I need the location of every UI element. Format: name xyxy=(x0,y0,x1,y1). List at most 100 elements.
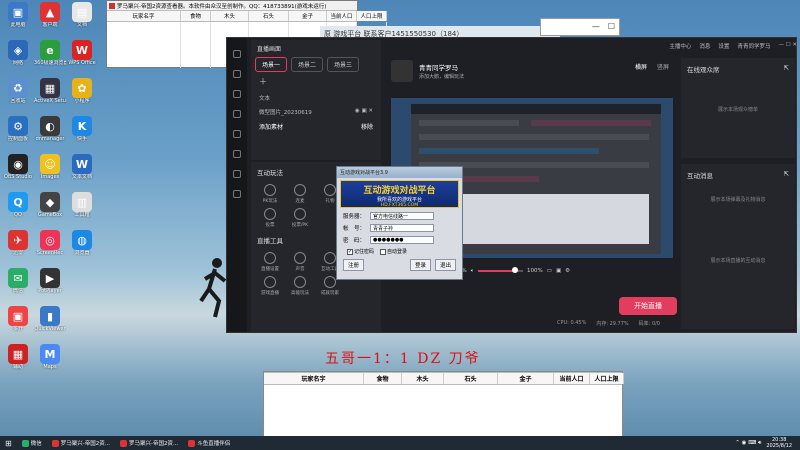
desktop-icon[interactable]: ▦ ActiveX Setup xyxy=(34,78,66,116)
desktop-icon[interactable]: ✉ 微信 xyxy=(2,268,34,306)
start-icon[interactable]: ⊞ xyxy=(0,436,17,450)
account-name[interactable]: 青青同学罗马 xyxy=(737,42,770,50)
column-header[interactable]: 玩家名字 xyxy=(264,373,364,384)
account-field[interactable] xyxy=(370,224,434,232)
scene-tab[interactable]: 场景二 xyxy=(291,57,324,72)
tool-button[interactable]: 高能玩法 xyxy=(287,276,313,296)
login-button[interactable]: 登录 xyxy=(409,259,431,271)
source-item[interactable]: 微型图片_20230619 ◉ ▣ ✕ xyxy=(251,105,381,119)
tool-button[interactable]: PK玩法 xyxy=(257,184,283,204)
column-header[interactable]: 食物 xyxy=(364,373,402,384)
column-header[interactable]: 木头 xyxy=(211,11,249,21)
column-header[interactable]: 人口上限 xyxy=(590,373,624,384)
desktop-icon[interactable]: ▣ 此电脑 xyxy=(2,2,34,40)
desktop-icon[interactable]: ☺ Images xyxy=(34,154,66,192)
column-header[interactable]: 当前人口 xyxy=(327,11,357,21)
messages-link[interactable]: 消息 xyxy=(699,42,710,50)
login-dialog-title[interactable]: 互动游戏对战平台3.9 xyxy=(337,167,462,178)
taskbar-item[interactable]: 罗马聚兴-帝国2资... xyxy=(115,436,183,450)
window-controls[interactable]: — ☐ ✕ xyxy=(778,42,797,50)
minimize-icon[interactable]: — xyxy=(592,22,600,32)
remove-source-label[interactable]: 移除 xyxy=(361,122,373,131)
desktop-icon[interactable]: ▶ PotPlayer xyxy=(34,268,66,306)
register-button[interactable]: 注册 xyxy=(343,259,365,271)
desktop-icon[interactable]: ◉ OBS Studio xyxy=(2,154,34,192)
remember-password-checkbox[interactable]: ✓ 记住密码 xyxy=(347,248,374,255)
maximize-icon[interactable]: ☐ xyxy=(608,22,615,32)
scene-tab[interactable]: 场景一 xyxy=(255,57,288,72)
tool-button[interactable]: 声音 xyxy=(287,252,313,272)
start-live-button[interactable]: 开始直播 xyxy=(619,297,677,315)
column-header[interactable]: 石头 xyxy=(444,373,498,384)
tool-button[interactable]: 连麦 xyxy=(287,184,313,204)
avatar[interactable] xyxy=(391,60,413,82)
desktop-icon[interactable]: ◐ dnmanager xyxy=(34,116,66,154)
desktop-icon[interactable]: W WPS Office xyxy=(66,40,98,78)
auto-login-checkbox[interactable]: 自动登录 xyxy=(380,248,407,255)
desktop-icon[interactable]: W 文本文档 xyxy=(66,154,98,192)
desktop-icon[interactable]: ⚙ 控制面板 xyxy=(2,116,34,154)
tool-button[interactable]: 投票 xyxy=(257,208,283,228)
anchor-center-link[interactable]: 主播中心 xyxy=(669,42,691,50)
desktop-icon[interactable]: ♻ 回收站 xyxy=(2,78,34,116)
gift-icon[interactable] xyxy=(233,90,241,98)
column-header[interactable]: 木头 xyxy=(402,373,444,384)
help-icon[interactable] xyxy=(233,190,241,198)
column-header[interactable]: 人口上限 xyxy=(357,11,387,21)
desktop-icon[interactable]: ◍ 浏览器 xyxy=(66,230,98,268)
desktop-icon[interactable]: ▥ 工具箱 xyxy=(66,192,98,230)
popout-icon[interactable]: ⇱ xyxy=(784,64,789,74)
desktop-icon[interactable]: ▤ 文档 xyxy=(66,2,98,40)
add-source-button[interactable]: 添加素材 移除 xyxy=(251,119,381,134)
scene-tab[interactable]: 场景三 xyxy=(327,57,360,72)
popout-icon[interactable]: ⇱ xyxy=(784,170,789,180)
desktop-icon[interactable]: ▮ QuickViewer xyxy=(34,306,66,344)
tool-button[interactable]: 投票/PK xyxy=(287,208,313,228)
desktop-icon[interactable]: ◆ GameBox xyxy=(34,192,66,230)
column-header[interactable]: 金子 xyxy=(289,11,327,21)
taskbar-item[interactable]: 罗马聚兴-帝国2资... xyxy=(47,436,115,450)
taskbar-item[interactable]: 斗鱼直播伴侣 xyxy=(183,436,235,450)
column-header[interactable]: 玩家名字 xyxy=(107,11,181,21)
desktop-icon[interactable]: ✈ 迅雷 xyxy=(2,230,34,268)
camera-icon[interactable] xyxy=(233,70,241,78)
desktop-icon[interactable]: ▣ 多开 xyxy=(2,306,34,344)
add-scene-icon[interactable]: ＋ xyxy=(251,72,381,91)
user-icon[interactable] xyxy=(233,150,241,158)
desktop-icon[interactable]: ◎ ScreenRec xyxy=(34,230,66,268)
speaker-icon[interactable]: 🔈︎ xyxy=(471,268,474,275)
exit-button[interactable]: 退出 xyxy=(434,259,456,271)
clock[interactable]: 20:38 2025/8/12 xyxy=(766,437,792,449)
portrait-tab[interactable]: 竖屏 xyxy=(657,62,669,71)
desktop-icon[interactable]: M Maps xyxy=(34,344,66,382)
screen-toggle-icon[interactable]: ▣ xyxy=(556,268,561,274)
column-header[interactable]: 食物 xyxy=(181,11,211,21)
column-header[interactable]: 石头 xyxy=(249,11,289,21)
password-field[interactable] xyxy=(370,236,434,244)
settings-link[interactable]: 设置 xyxy=(718,42,729,50)
desktop-icon[interactable]: ▦ 辅助 xyxy=(2,344,34,382)
tool-button[interactable]: 游戏直播 xyxy=(257,276,283,296)
desktop-icon[interactable]: ▲ 客户端 xyxy=(34,2,66,40)
desktop-icon[interactable]: Q QQ xyxy=(2,192,34,230)
chart-icon[interactable] xyxy=(233,110,241,118)
column-header[interactable]: 金子 xyxy=(498,373,554,384)
camera-toggle-icon[interactable]: ▭ xyxy=(547,268,552,274)
speaker-volume-slider[interactable] xyxy=(478,267,524,273)
tool-button[interactable]: 直播设置 xyxy=(257,252,283,272)
music-icon[interactable] xyxy=(233,170,241,178)
gear-icon[interactable]: ⚙ xyxy=(565,268,570,274)
server-select[interactable] xyxy=(370,212,434,220)
desktop-icon[interactable]: ✿ 小程序 xyxy=(66,78,98,116)
streamer-tags[interactable]: 添加大鹅，编辑玩法 xyxy=(419,73,464,80)
taskbar-item[interactable]: 微信 xyxy=(17,436,47,450)
column-header[interactable]: 当前人口 xyxy=(554,373,590,384)
resource-viewer-titlebar[interactable]: 罗马聚兴-帝国2资源查看器。本软件由众汉至创制作。QQ：418733891(游戏… xyxy=(107,1,357,10)
landscape-tab[interactable]: 横屏 xyxy=(635,62,647,71)
settings-icon[interactable] xyxy=(233,130,241,138)
tray-icons[interactable]: ⌃ ◉ ⌨ 🔊︎ xyxy=(735,440,761,447)
desktop-icon[interactable]: e 360极速浏览器 xyxy=(34,40,66,78)
visibility-icon[interactable]: ◉ ▣ ✕ xyxy=(355,108,373,116)
desktop-icon[interactable]: ◈ 网络 xyxy=(2,40,34,78)
home-icon[interactable] xyxy=(233,50,241,58)
